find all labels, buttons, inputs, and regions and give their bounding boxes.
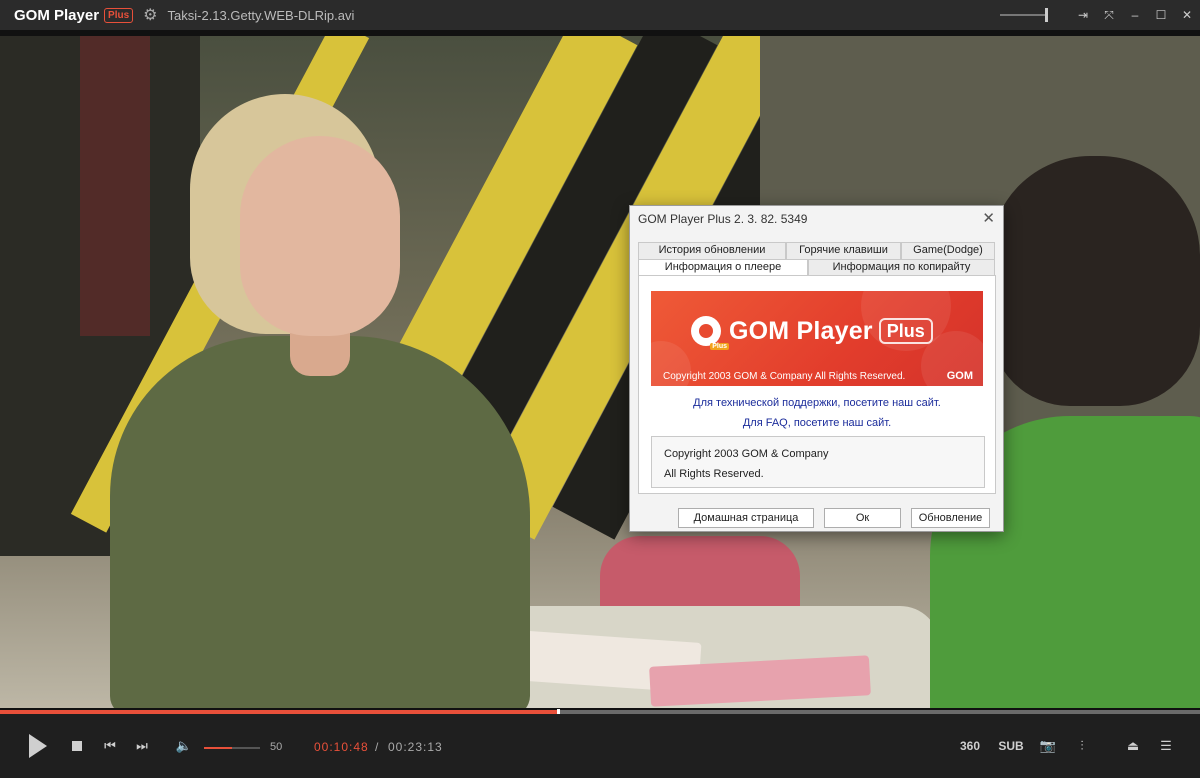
next-icon: ⏭: [136, 738, 148, 753]
app-brand-name: GOM Player: [14, 6, 100, 24]
banner-copyright: Copyright 2003 GOM & Company All Rights …: [663, 371, 906, 382]
vr-360-label: 360: [959, 739, 981, 753]
stop-button[interactable]: [68, 714, 86, 778]
screenshot-button[interactable]: 📷: [1036, 714, 1060, 778]
video-scene-shape: [80, 36, 150, 336]
faq-link[interactable]: Для FAQ, посетите наш сайт.: [639, 417, 995, 429]
equalizer-button[interactable]: ⫶: [1070, 714, 1094, 778]
gom-player-window: GOM Player Plus ⚙ Taksi-2.13.Getty.WEB-D…: [0, 0, 1200, 778]
tab-update-history[interactable]: История обновлении: [638, 242, 786, 259]
window-controls: ⇥ ⤧ – ☐ ✕: [1000, 0, 1200, 30]
video-frame[interactable]: [0, 36, 1200, 708]
banner-name: GOM Player: [729, 316, 873, 345]
mute-button[interactable]: 🔈: [174, 714, 194, 778]
maximize-icon[interactable]: ☐: [1148, 8, 1174, 22]
file-name: Taksi-2.13.Getty.WEB-DLRip.avi: [167, 7, 355, 23]
eject-button[interactable]: ⏏: [1122, 714, 1144, 778]
playlist-button[interactable]: ☰: [1155, 714, 1177, 778]
stop-icon: [72, 741, 82, 751]
close-icon[interactable]: ✕: [982, 209, 995, 227]
equalizer-icon: ⫶: [1080, 738, 1084, 753]
video-scene-shape: [240, 136, 400, 336]
video-scene-shape: [110, 336, 530, 708]
eject-icon: ⏏: [1126, 738, 1140, 753]
tab-row-bottom: Информация о плеере Информация по копира…: [638, 259, 995, 276]
gear-icon[interactable]: ⚙: [143, 5, 157, 25]
video-scene-shape: [990, 156, 1200, 406]
vr-360-button[interactable]: 360: [955, 714, 985, 778]
control-bar: ⏮ ⏭ 🔈 50 00:10:48 / 00:23:13 360 SUB 📷 ⫶…: [0, 714, 1200, 778]
gom-logo-icon: Plus: [691, 316, 729, 350]
opacity-slider-knob[interactable]: [1045, 8, 1048, 22]
banner-logo: Plus GOM Player Plus: [691, 316, 933, 350]
ok-button[interactable]: Ок: [824, 508, 901, 528]
volume-value: 50: [270, 741, 283, 753]
fullscreen-icon[interactable]: ⤧: [1096, 8, 1122, 23]
support-link[interactable]: Для технической поддержки, посетите наш …: [639, 397, 995, 409]
play-icon: [29, 734, 47, 758]
opacity-slider[interactable]: [1000, 8, 1048, 22]
player-info-panel: Plus GOM Player Plus Copyright 2003 GOM …: [638, 275, 996, 494]
speaker-icon: 🔈: [175, 738, 193, 753]
total-time[interactable]: 00:23:13: [388, 740, 443, 754]
homepage-button[interactable]: Домашная страница: [678, 508, 814, 528]
time-separator: /: [375, 740, 379, 754]
play-button[interactable]: [26, 714, 50, 778]
camera-icon: 📷: [1039, 738, 1057, 753]
app-logo[interactable]: GOM Player Plus: [14, 6, 134, 24]
subtitle-button[interactable]: SUB: [996, 714, 1026, 778]
gom-banner: Plus GOM Player Plus Copyright 2003 GOM …: [651, 291, 983, 386]
update-button[interactable]: Обновление: [911, 508, 990, 528]
tab-hotkeys[interactable]: Горячие клавиши: [786, 242, 901, 259]
current-time: 00:10:48: [314, 740, 369, 754]
copyright-line: All Rights Reserved.: [664, 468, 764, 480]
copyright-box: Copyright 2003 GOM & Company All Rights …: [651, 436, 985, 488]
volume-slider[interactable]: [204, 747, 260, 749]
playlist-icon: ☰: [1160, 738, 1172, 753]
title-bar: GOM Player Plus ⚙ Taksi-2.13.Getty.WEB-D…: [0, 0, 1200, 30]
about-dialog: GOM Player Plus 2. 3. 82. 5349 ✕ История…: [629, 205, 1004, 532]
pin-icon[interactable]: ⇥: [1070, 8, 1096, 22]
previous-icon: ⏮: [104, 738, 116, 753]
copyright-line: Copyright 2003 GOM & Company: [664, 448, 829, 460]
banner-gom-mark: GOM: [946, 370, 973, 382]
dialog-title: GOM Player Plus 2. 3. 82. 5349: [638, 212, 808, 226]
plus-badge: Plus: [104, 7, 134, 23]
tab-player-info[interactable]: Информация о плеере: [638, 259, 808, 276]
next-button[interactable]: ⏭: [133, 714, 151, 778]
tab-row-top: История обновлении Горячие клавиши Game(…: [638, 242, 995, 259]
minimize-icon[interactable]: –: [1122, 8, 1148, 22]
previous-button[interactable]: ⏮: [101, 714, 119, 778]
gom-logo-badge: Plus: [710, 343, 729, 350]
banner-plus: Plus: [878, 318, 933, 344]
subtitle-label: SUB: [998, 739, 1024, 753]
close-icon[interactable]: ✕: [1174, 8, 1200, 22]
tab-game-dodge[interactable]: Game(Dodge): [901, 242, 995, 259]
tab-copyright-info[interactable]: Информация по копирайту: [808, 259, 995, 276]
volume-level: [204, 747, 232, 749]
